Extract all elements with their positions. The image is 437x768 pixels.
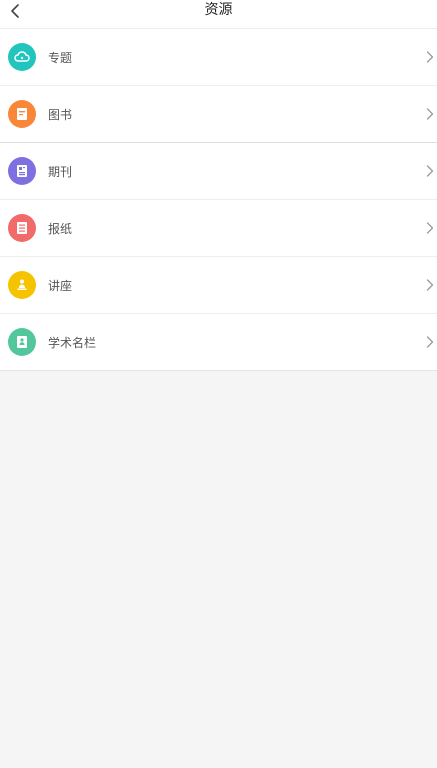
top-bar: 资源 (0, 0, 437, 29)
lecture-icon (17, 279, 27, 290)
resource-list: 专题 图书 期刊 报纸 讲座 学术名栏 (0, 29, 437, 371)
chevron-right-icon (425, 278, 435, 292)
chevron-right-icon (425, 164, 435, 178)
chevron-right-icon (425, 107, 435, 121)
newspaper-icon (17, 222, 27, 234)
cloud-icon (14, 51, 30, 62)
lecture-icon-badge (8, 271, 36, 299)
journal-icon-badge (8, 157, 36, 185)
page-title: 资源 (204, 2, 233, 18)
academic-icon (17, 336, 27, 348)
list-item-topics[interactable]: 专题 (0, 29, 437, 86)
list-item-academic-columns[interactable]: 学术名栏 (0, 314, 437, 371)
academic-icon-badge (8, 328, 36, 356)
journal-icon (17, 165, 27, 177)
item-label: 学术名栏 (48, 335, 97, 350)
item-label: 专题 (48, 50, 73, 65)
chevron-right-icon (425, 50, 435, 64)
chevron-right-icon (425, 335, 435, 349)
newspaper-icon-badge (8, 214, 36, 242)
book-icon-badge (8, 100, 36, 128)
list-item-newspapers[interactable]: 报纸 (0, 200, 437, 257)
list-item-lectures[interactable]: 讲座 (0, 257, 437, 314)
item-label: 期刊 (48, 164, 73, 179)
item-label: 报纸 (48, 221, 73, 236)
list-item-journals[interactable]: 期刊 (0, 143, 437, 200)
item-label: 图书 (48, 107, 73, 122)
cloud-icon-badge (8, 43, 36, 71)
list-item-books[interactable]: 图书 (0, 86, 437, 143)
book-icon (17, 108, 27, 120)
chevron-right-icon (425, 221, 435, 235)
item-label: 讲座 (48, 278, 73, 293)
